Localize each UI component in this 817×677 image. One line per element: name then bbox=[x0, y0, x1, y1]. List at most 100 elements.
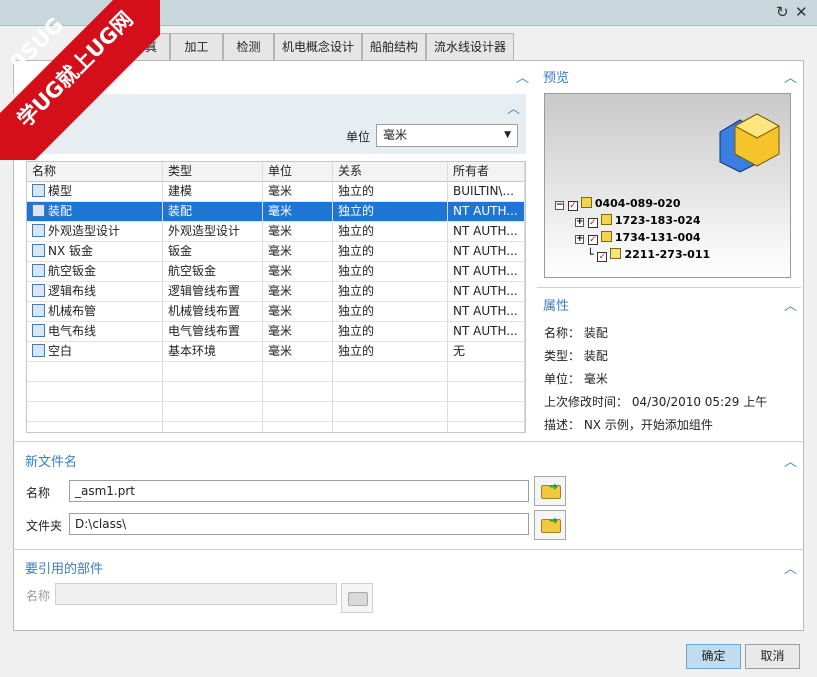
prop-description: 描述： NX 示例，开始添加组件 bbox=[544, 418, 713, 432]
ref-name-input[interactable] bbox=[55, 583, 337, 605]
assembly-icon bbox=[600, 214, 612, 225]
table-row bbox=[27, 362, 525, 382]
cell-name bbox=[27, 422, 163, 432]
tree-root[interactable]: − ✓ 0404-089-020 bbox=[555, 197, 681, 211]
cell-name: 模型 bbox=[27, 182, 163, 202]
unit-label: 单位 bbox=[346, 130, 371, 144]
cell-relation: 独立的 bbox=[333, 322, 448, 342]
newfile-collapse-icon[interactable]: ︿ bbox=[784, 451, 797, 470]
preview-collapse-icon[interactable]: ︿ bbox=[784, 67, 797, 86]
cell-type: 外观造型设计 bbox=[163, 222, 263, 242]
unit-select[interactable]: 毫米 ▼ bbox=[376, 124, 518, 147]
cell-type: 机械管线布置 bbox=[163, 302, 263, 322]
cancel-button[interactable]: 取消 bbox=[745, 644, 800, 669]
cell-type: 基本环境 bbox=[163, 342, 263, 362]
cell-unit: 毫米 bbox=[263, 182, 333, 202]
tree-node[interactable]: + ✓ 1723-183-024 bbox=[575, 214, 701, 228]
template-table: 名称 类型 单位 关系 所有者 模型 建模 毫米 独立的 BUILTIN\... 装配 装配… bbox=[26, 161, 526, 433]
filename-input[interactable]: _asm1.prt bbox=[69, 480, 529, 502]
cell-unit: 毫米 bbox=[263, 322, 333, 342]
table-row[interactable]: NX 钣金 钣金 毫米 独立的 NT AUTH... bbox=[27, 242, 525, 262]
cell-relation bbox=[333, 382, 448, 402]
cell-text: 独立的 bbox=[338, 284, 375, 298]
cell-owner bbox=[448, 402, 525, 422]
cell-text: 航空钣金 bbox=[168, 264, 217, 278]
template-icon bbox=[32, 224, 45, 237]
tab-ship-structure[interactable]: 船舶结构 bbox=[362, 33, 426, 61]
table-row bbox=[27, 422, 525, 432]
cell-unit: 毫米 bbox=[263, 302, 333, 322]
cell-text: NT AUTH... bbox=[453, 324, 518, 338]
table-row[interactable]: 机械布管 机械管线布置 毫米 独立的 NT AUTH... bbox=[27, 302, 525, 322]
tab-line-designer[interactable]: 流水线设计器 bbox=[426, 33, 514, 61]
ok-button[interactable]: 确定 bbox=[686, 644, 741, 669]
table-row[interactable]: 航空钣金 航空钣金 毫米 独立的 NT AUTH... bbox=[27, 262, 525, 282]
properties-collapse-icon[interactable]: ︿ bbox=[784, 295, 797, 314]
refresh-icon[interactable]: ↻ bbox=[776, 3, 789, 21]
cell-unit: 毫米 bbox=[263, 202, 333, 222]
tab-machining[interactable]: 加工 bbox=[170, 33, 223, 61]
col-header-name[interactable]: 名称 bbox=[27, 162, 163, 182]
table-row bbox=[27, 402, 525, 422]
cell-text: 电气管线布置 bbox=[168, 324, 241, 338]
tab-mechatronics[interactable]: 机电概念设计 bbox=[274, 33, 362, 61]
cell-relation: 独立的 bbox=[333, 182, 448, 202]
chevron-down-icon: ▼ bbox=[504, 130, 511, 140]
folder-input[interactable]: D:\class\ bbox=[69, 513, 529, 535]
ref-collapse-icon[interactable]: ︿ bbox=[784, 558, 797, 577]
filter-title: 过滤器 bbox=[27, 102, 67, 117]
browse-file-button[interactable]: ➜ bbox=[534, 476, 566, 506]
cell-relation: 独立的 bbox=[333, 342, 448, 362]
cell-name: 外观造型设计 bbox=[27, 222, 163, 242]
col-header-relation[interactable]: 关系 bbox=[333, 162, 448, 182]
cell-text: 独立的 bbox=[338, 344, 375, 358]
title-bar: ↻ ✕ bbox=[0, 0, 817, 26]
table-row[interactable]: 电气布线 电气管线布置 毫米 独立的 NT AUTH... bbox=[27, 322, 525, 342]
divider bbox=[13, 441, 804, 442]
cell-type bbox=[163, 382, 263, 402]
cell-relation: 独立的 bbox=[333, 262, 448, 282]
divider bbox=[13, 549, 804, 550]
cell-unit: 毫米 bbox=[263, 222, 333, 242]
filter-collapse-icon[interactable]: ︿ bbox=[507, 98, 520, 117]
assembly-3d-icon bbox=[719, 113, 781, 173]
cell-name: 逻辑布线 bbox=[27, 282, 163, 302]
cell-text: NT AUTH... bbox=[453, 244, 518, 258]
cell-owner: NT AUTH... bbox=[448, 302, 525, 322]
table-row[interactable]: 装配 装配 毫米 独立的 NT AUTH... bbox=[27, 202, 525, 222]
tab-simulation[interactable]: 仿真 bbox=[120, 33, 170, 61]
cell-text: 钣金 bbox=[168, 244, 193, 258]
col-header-type[interactable]: 类型 bbox=[163, 162, 263, 182]
cell-text: 毫米 bbox=[268, 204, 293, 218]
cell-text: NX 钣金 bbox=[48, 244, 94, 258]
table-row[interactable]: 空白 基本环境 毫米 独立的 无 bbox=[27, 342, 525, 362]
cell-owner: NT AUTH... bbox=[448, 242, 525, 262]
col-header-unit[interactable]: 单位 bbox=[263, 162, 333, 182]
tree-node[interactable]: + ✓ 1734-131-004 bbox=[575, 231, 701, 245]
browse-folder-button[interactable]: ➜ bbox=[534, 510, 566, 540]
col-header-owner[interactable]: 所有者 bbox=[448, 162, 525, 182]
preview-title: 预览 bbox=[543, 71, 570, 86]
template-icon bbox=[32, 204, 45, 217]
cell-text: 独立的 bbox=[338, 324, 375, 338]
tab-inspection[interactable]: 检测 bbox=[223, 33, 274, 61]
cell-relation: 独立的 bbox=[333, 302, 448, 322]
cell-text: NT AUTH... bbox=[453, 284, 518, 298]
ref-browse-button[interactable] bbox=[341, 583, 373, 613]
cell-type: 逻辑管线布置 bbox=[163, 282, 263, 302]
tree-node-label: 2211-273-011 bbox=[624, 248, 711, 261]
cell-type: 电气管线布置 bbox=[163, 322, 263, 342]
cell-owner: NT AUTH... bbox=[448, 322, 525, 342]
tree-node[interactable]: └ ✓ 2211-273-011 bbox=[587, 248, 710, 262]
table-row[interactable]: 逻辑布线 逻辑管线布置 毫米 独立的 NT AUTH... bbox=[27, 282, 525, 302]
assembly-icon bbox=[600, 231, 612, 242]
newfile-title: 新文件名 bbox=[25, 455, 78, 470]
cell-relation: 独立的 bbox=[333, 282, 448, 302]
ref-name-label: 名称 bbox=[26, 589, 51, 603]
table-row[interactable]: 模型 建模 毫米 独立的 BUILTIN\... bbox=[27, 182, 525, 202]
cell-text: 独立的 bbox=[338, 184, 375, 198]
table-row[interactable]: 外观造型设计 外观造型设计 毫米 独立的 NT AUTH... bbox=[27, 222, 525, 242]
templates-collapse-icon[interactable]: ︿ bbox=[516, 67, 529, 86]
cell-type bbox=[163, 402, 263, 422]
close-icon[interactable]: ✕ bbox=[795, 3, 808, 21]
